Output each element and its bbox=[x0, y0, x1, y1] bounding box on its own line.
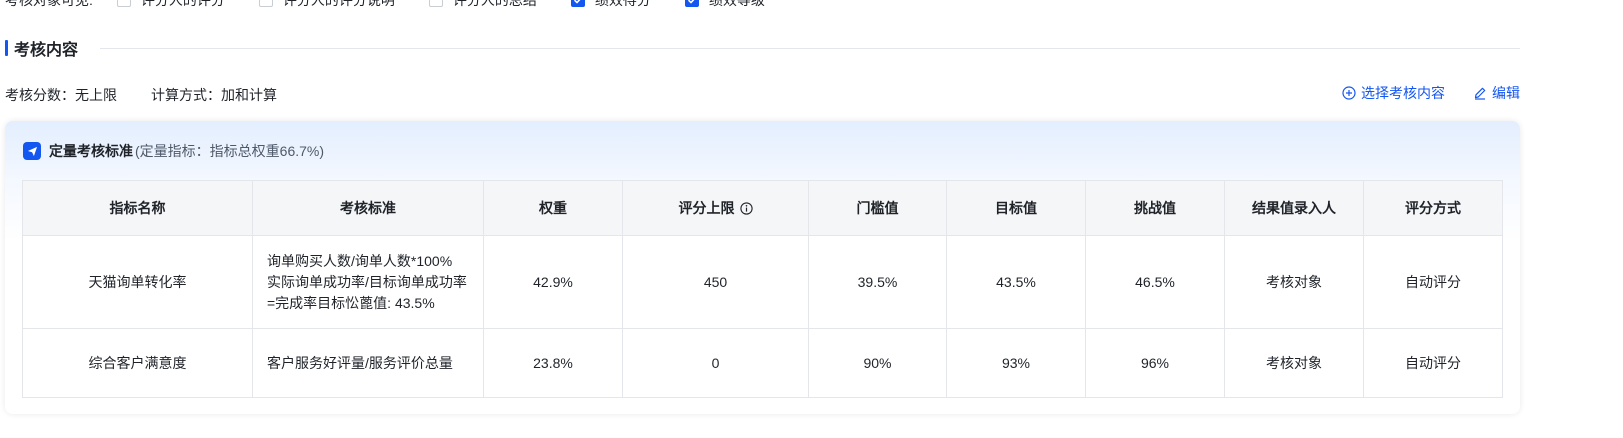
col-header-standard: 考核标准 bbox=[252, 180, 484, 236]
cell-target: 93% bbox=[946, 328, 1086, 398]
col-header-max-score: 评分上限 bbox=[622, 180, 809, 236]
col-header-weight: 权重 bbox=[483, 180, 623, 236]
section-header: 考核内容 bbox=[5, 37, 1520, 59]
cell-challenge: 46.5% bbox=[1085, 235, 1225, 329]
col-header-max-score-label: 评分上限 bbox=[678, 200, 735, 216]
visibility-option-label: 绩效等级 bbox=[708, 0, 765, 8]
cell-threshold: 90% bbox=[808, 328, 947, 398]
section-title: 考核内容 bbox=[14, 42, 79, 59]
cell-scoring: 自动评分 bbox=[1363, 235, 1503, 329]
visibility-option-label: 评分人的评分 bbox=[140, 0, 225, 8]
score-limit-text: 考核分数：无上限 bbox=[5, 87, 117, 103]
edit-label: 编辑 bbox=[1492, 85, 1520, 101]
cell-standard: 询单购买人数/询单人数*100% 实际询单成功率/目标询单成功率=完成率目标忪蓖… bbox=[252, 235, 484, 329]
select-content-button[interactable]: 选择考核内容 bbox=[1342, 83, 1445, 103]
cell-weight: 23.8% bbox=[483, 328, 623, 398]
card-subtitle: (定量指标：指标总权重66.7%) bbox=[135, 143, 325, 159]
calc-method-text: 计算方式：加和计算 bbox=[151, 87, 277, 103]
visibility-option-rater-summary[interactable]: 评分人的总结 bbox=[428, 0, 537, 10]
cell-standard: 客户服务好评量/服务评价总量 bbox=[252, 328, 484, 398]
table-row: 天猫询单转化率 询单购买人数/询单人数*100% 实际询单成功率/目标询单成功率… bbox=[22, 235, 1503, 329]
checkbox-checked[interactable] bbox=[684, 0, 699, 7]
visibility-row: 考核对象可见: 评分人的评分 评分人的评分说明 评分人的总结 绩效得分 绩效等级 bbox=[5, 0, 799, 12]
visibility-option-label: 绩效得分 bbox=[594, 0, 651, 8]
select-content-label: 选择考核内容 bbox=[1361, 85, 1445, 101]
info-icon[interactable] bbox=[739, 201, 753, 215]
check-icon bbox=[687, 0, 695, 4]
table-header-row: 指标名称 考核标准 权重 评分上限 门槛值 目标值 挑战值 结果值录入人 评分方… bbox=[22, 180, 1503, 236]
visibility-option-label: 评分人的评分说明 bbox=[282, 0, 395, 8]
cell-weight: 42.9% bbox=[483, 235, 623, 329]
paper-plane-icon bbox=[23, 142, 41, 160]
cell-entry-person: 考核对象 bbox=[1224, 235, 1364, 329]
edit-button[interactable]: 编辑 bbox=[1473, 83, 1520, 103]
cell-max-score: 450 bbox=[622, 235, 809, 329]
checkbox[interactable] bbox=[258, 0, 273, 7]
cell-entry-person: 考核对象 bbox=[1224, 328, 1364, 398]
card-title: 定量考核标准 bbox=[49, 143, 133, 159]
visibility-option-performance-grade[interactable]: 绩效等级 bbox=[684, 0, 765, 10]
col-header-name: 指标名称 bbox=[22, 180, 253, 236]
content-actions: 选择考核内容 编辑 bbox=[1314, 83, 1520, 103]
cell-target: 43.5% bbox=[946, 235, 1086, 329]
visibility-option-rater-comment[interactable]: 评分人的评分说明 bbox=[258, 0, 395, 10]
checkbox[interactable] bbox=[428, 0, 443, 7]
cell-scoring: 自动评分 bbox=[1363, 328, 1503, 398]
cell-name: 综合客户满意度 bbox=[22, 328, 253, 398]
col-header-threshold: 门槛值 bbox=[808, 180, 947, 236]
check-icon bbox=[573, 0, 581, 4]
table-row: 综合客户满意度 客户服务好评量/服务评价总量 23.8% 0 90% 93% 9… bbox=[22, 328, 1503, 398]
visibility-option-rater-score[interactable]: 评分人的评分 bbox=[116, 0, 225, 10]
visibility-label: 考核对象可见: bbox=[5, 0, 93, 8]
section-divider bbox=[100, 47, 1520, 49]
plus-circle-icon bbox=[1342, 86, 1356, 100]
cell-name: 天猫询单转化率 bbox=[22, 235, 253, 329]
cell-challenge: 96% bbox=[1085, 328, 1225, 398]
col-header-challenge: 挑战值 bbox=[1085, 180, 1225, 236]
edit-icon bbox=[1474, 87, 1486, 100]
col-header-target: 目标值 bbox=[946, 180, 1086, 236]
checkbox[interactable] bbox=[116, 0, 131, 7]
cell-max-score: 0 bbox=[622, 328, 809, 398]
indicator-table: 指标名称 考核标准 权重 评分上限 门槛值 目标值 挑战值 结果值录入人 评分方… bbox=[22, 180, 1503, 398]
section-accent-bar bbox=[5, 40, 8, 56]
card-header: 定量考核标准 (定量指标：指标总权重66.7%) bbox=[23, 141, 324, 161]
assessment-meta: 考核分数：无上限 计算方式：加和计算 bbox=[5, 85, 311, 105]
visibility-option-performance-score[interactable]: 绩效得分 bbox=[570, 0, 651, 10]
checkbox-checked[interactable] bbox=[570, 0, 585, 7]
cell-threshold: 39.5% bbox=[808, 235, 947, 329]
col-header-entry-person: 结果值录入人 bbox=[1224, 180, 1364, 236]
visibility-option-label: 评分人的总结 bbox=[452, 0, 537, 8]
col-header-scoring: 评分方式 bbox=[1363, 180, 1503, 236]
quantitative-standard-card: 定量考核标准 (定量指标：指标总权重66.7%) 指标名称 考核标准 权重 评分… bbox=[5, 121, 1520, 414]
